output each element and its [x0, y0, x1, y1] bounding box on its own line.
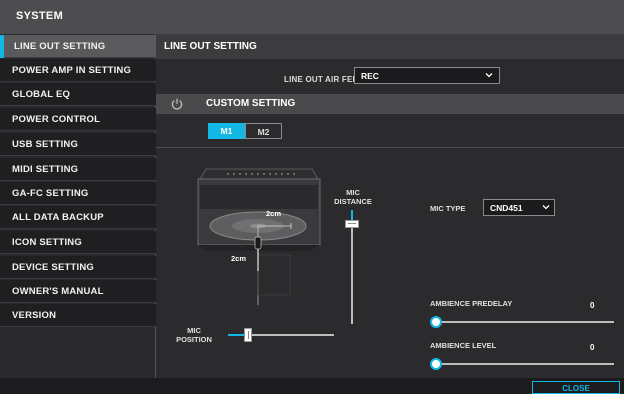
main-panel: LINE OUT SETTING LINE OUT AIR FEEL REC C… [156, 34, 624, 378]
sidebar-item-device-setting[interactable]: DEVICE SETTING [0, 256, 156, 279]
tab-m2-label: M2 [257, 127, 270, 137]
mic-position-slider-handle[interactable] [244, 328, 252, 342]
sidebar-item-power-control[interactable]: POWER CONTROL [0, 108, 156, 131]
ambience-predelay-value: 0 [590, 301, 595, 310]
custom-setting-bar: CUSTOM SETTING [156, 94, 624, 114]
sidebar-item-line-out-setting[interactable]: LINE OUT SETTING [0, 35, 156, 58]
mic-distance-label-line2: DISTANCE [334, 197, 372, 206]
amp-mic-diagram: 2cm 2cm [197, 168, 321, 305]
diagram-position-label: 2cm [231, 254, 246, 263]
sidebar-item-label: USB SETTING [12, 139, 79, 150]
sidebar-item-label: ALL DATA BACKUP [12, 212, 104, 223]
line-out-air-feel-value: REC [361, 71, 379, 81]
sidebar-item-usb-setting[interactable]: USB SETTING [0, 133, 156, 156]
sidebar-item-icon-setting[interactable]: ICON SETTING [0, 231, 156, 254]
sidebar-item-label: DEVICE SETTING [12, 262, 94, 273]
line-out-air-feel-dropdown[interactable]: REC [354, 67, 500, 84]
ambience-level-value: 0 [590, 343, 595, 352]
title-bar: SYSTEM [0, 0, 624, 34]
tab-m2[interactable]: M2 [245, 123, 282, 139]
ambience-predelay-slider-handle[interactable] [430, 316, 442, 328]
sidebar-item-label: MIDI SETTING [12, 164, 79, 175]
mic-position-label: MIC POSITION [172, 326, 216, 344]
divider [156, 147, 624, 148]
window-title: SYSTEM [16, 10, 64, 22]
sidebar-item-label: OWNER'S MANUAL [12, 286, 104, 297]
sidebar: LINE OUT SETTING POWER AMP IN SETTING GL… [0, 34, 156, 378]
power-icon[interactable] [170, 97, 184, 111]
mic-distance-label-line1: MIC [346, 188, 360, 197]
sidebar-item-label: GA-FC SETTING [12, 188, 89, 199]
diagram-distance-label: 2cm [266, 209, 281, 218]
sidebar-item-label: VERSION [12, 310, 57, 321]
sidebar-item-global-eq[interactable]: GLOBAL EQ [0, 83, 156, 106]
mic-distance-label: MIC DISTANCE [328, 188, 378, 206]
ambience-level-label: AMBIENCE LEVEL [430, 341, 497, 350]
sidebar-item-all-data-backup[interactable]: ALL DATA BACKUP [0, 206, 156, 229]
close-button[interactable]: CLOSE [532, 381, 620, 394]
sidebar-item-label: POWER AMP IN SETTING [12, 65, 132, 76]
mic-position-label-line2: POSITION [176, 335, 212, 344]
mic-distance-slider-handle[interactable] [345, 220, 359, 228]
section-title: LINE OUT SETTING [164, 41, 257, 52]
sidebar-item-label: ICON SETTING [12, 237, 82, 248]
sidebar-item-label: LINE OUT SETTING [14, 41, 106, 52]
chevron-down-icon [542, 205, 550, 210]
chevron-down-icon [485, 73, 493, 78]
ambience-predelay-label: AMBIENCE PREDELAY [430, 299, 513, 308]
close-button-label: CLOSE [562, 384, 590, 393]
sidebar-item-label: GLOBAL EQ [12, 89, 71, 100]
custom-setting-label: CUSTOM SETTING [206, 98, 296, 109]
mic-distance-slider-fill [351, 210, 353, 220]
sidebar-item-owners-manual[interactable]: OWNER'S MANUAL [0, 280, 156, 303]
sidebar-item-ga-fc-setting[interactable]: GA-FC SETTING [0, 182, 156, 205]
mic-position-label-line1: MIC [187, 326, 201, 335]
mic-type-value: CND451 [490, 203, 523, 213]
sidebar-item-label: POWER CONTROL [12, 114, 101, 125]
section-header: LINE OUT SETTING [156, 34, 624, 59]
ambience-predelay-slider-track[interactable] [436, 321, 614, 323]
sidebar-item-power-amp-in-setting[interactable]: POWER AMP IN SETTING [0, 59, 156, 82]
tab-m1-label: M1 [220, 126, 233, 136]
sidebar-item-version[interactable]: VERSION [0, 304, 156, 327]
tab-m1[interactable]: M1 [208, 123, 245, 139]
ambience-level-slider-handle[interactable] [430, 358, 442, 370]
sidebar-item-midi-setting[interactable]: MIDI SETTING [0, 158, 156, 181]
line-out-air-feel-label: LINE OUT AIR FEEL [284, 75, 364, 84]
ambience-level-slider-track[interactable] [436, 363, 614, 365]
mic-type-label: MIC TYPE [430, 204, 466, 213]
mic-type-dropdown[interactable]: CND451 [483, 199, 555, 216]
